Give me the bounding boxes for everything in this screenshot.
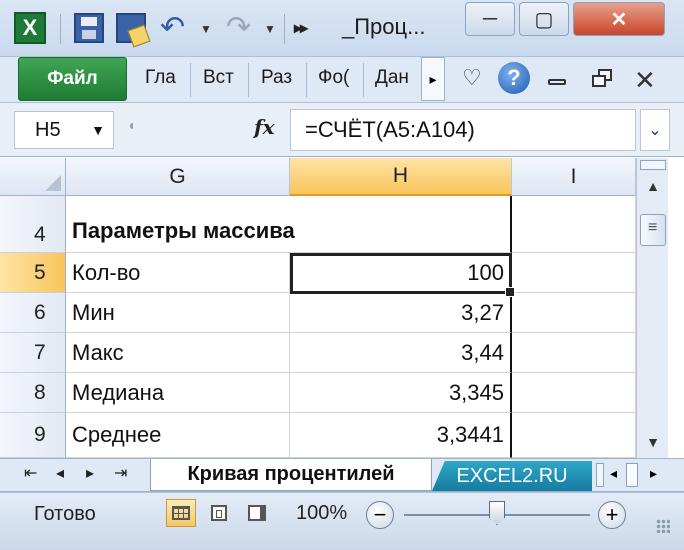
insert-function-icon[interactable]: fx [254, 115, 275, 139]
tab-data[interactable]: Дан [375, 67, 409, 89]
table-cell-h7[interactable]: 3,44 [290, 333, 512, 373]
column-header-h[interactable]: H [290, 158, 512, 196]
resize-handle-icon[interactable]: ◖ [127, 117, 147, 143]
zoom-in-button[interactable]: + [598, 501, 626, 529]
row-header-5[interactable]: 5 [0, 253, 66, 293]
horizontal-scroll-thumb[interactable] [626, 463, 638, 487]
split-box-icon[interactable] [640, 160, 666, 170]
undo-icon[interactable]: ↶ [160, 10, 185, 45]
table-cell-i7[interactable] [512, 333, 636, 373]
scroll-down-icon[interactable]: ▼ [640, 430, 666, 454]
restore-button[interactable]: ▢ [519, 2, 569, 36]
save-as-icon[interactable] [116, 13, 146, 43]
row-header-9[interactable]: 9 [0, 413, 66, 458]
excel-icon[interactable]: X [14, 12, 46, 44]
column-header-i[interactable]: I [512, 158, 636, 196]
page-break-view-button[interactable] [242, 499, 272, 527]
divider [190, 63, 191, 97]
sheet-tab-bar: ⇤ ◂ ▸ ⇥ Кривая процентилей EXCEL2.RU ◂ ▸ [0, 458, 684, 492]
workbook-restore-icon[interactable] [592, 69, 614, 91]
first-sheet-icon[interactable]: ⇤ [24, 463, 37, 483]
ribbon-scroll-right-button[interactable]: ▸ [421, 57, 445, 101]
formula-input[interactable]: =СЧЁТ(A5:A104) [290, 109, 636, 151]
prev-sheet-icon[interactable]: ◂ [56, 463, 64, 483]
ribbon-tabs: Файл Гла Вст Раз Фо( Дан ▸ ♡ ? ✕ [0, 57, 684, 103]
divider [306, 63, 307, 97]
divider [363, 63, 364, 97]
column-header-g[interactable]: G [66, 158, 290, 196]
row-header-7[interactable]: 7 [0, 333, 66, 373]
close-button[interactable]: ✕ [573, 2, 665, 36]
table-cell-i6[interactable] [512, 293, 636, 333]
table-cell-i9[interactable] [512, 413, 636, 458]
resize-grip-icon[interactable] [656, 519, 670, 533]
zoom-out-button[interactable]: − [366, 501, 394, 529]
tab-page-layout[interactable]: Раз [261, 67, 292, 89]
status-text: Готово [34, 503, 96, 525]
help-icon[interactable]: ? [498, 62, 530, 94]
name-box-dropdown-icon[interactable]: ▼ [91, 112, 105, 148]
scroll-right-icon[interactable]: ▸ [650, 465, 657, 482]
worksheet-grid[interactable]: G H I 4 Параметры массива 5 Кол-во 100 6… [0, 158, 636, 458]
status-bar: Готово 100% − + [0, 492, 684, 550]
sheet-tab-active[interactable]: Кривая процентилей [150, 459, 432, 491]
minimize-button[interactable]: ─ [465, 2, 515, 36]
expand-formula-bar-icon[interactable]: ⌄ [640, 109, 670, 151]
table-cell-i5[interactable] [512, 253, 636, 293]
row-header-4[interactable]: 4 [0, 196, 66, 253]
divider [248, 63, 249, 97]
next-sheet-icon[interactable]: ▸ [86, 463, 94, 483]
table-cell-g8[interactable]: Медиана [66, 373, 290, 413]
scroll-thumb[interactable] [640, 214, 666, 246]
table-cell-h8[interactable]: 3,345 [290, 373, 512, 413]
divider [284, 14, 285, 44]
redo-dropdown-icon[interactable]: ▼ [264, 22, 276, 36]
normal-view-button[interactable] [166, 499, 196, 527]
workbook-close-icon[interactable]: ✕ [634, 65, 656, 96]
scroll-left-icon[interactable]: ◂ [610, 465, 617, 482]
table-cell-g7[interactable]: Макс [66, 333, 290, 373]
page-layout-view-button[interactable] [204, 499, 234, 527]
table-cell-i4[interactable] [512, 196, 636, 253]
title-bar: X ↶ ▼ ↷ ▼ ▸▸ _Проц... ─ ▢ ✕ [0, 0, 684, 57]
zoom-slider-thumb[interactable] [489, 501, 505, 525]
tab-formulas[interactable]: Фо( [318, 67, 349, 89]
name-box-value: H5 [35, 119, 61, 141]
row-header-8[interactable]: 8 [0, 373, 66, 413]
tab-insert[interactable]: Вст [203, 67, 234, 89]
window-title: _Проц... [342, 14, 426, 39]
table-cell-h5[interactable]: 100 [290, 253, 512, 293]
table-cell-i8[interactable] [512, 373, 636, 413]
save-icon[interactable] [74, 13, 104, 43]
table-cell-g5[interactable]: Кол-во [66, 253, 290, 293]
tab-split-icon[interactable] [596, 463, 604, 487]
row-header-6[interactable]: 6 [0, 293, 66, 333]
last-sheet-icon[interactable]: ⇥ [114, 463, 127, 483]
name-box[interactable]: H5 ▼ [14, 111, 114, 149]
table-cell-g4[interactable]: Параметры массива [66, 196, 512, 253]
zoom-level[interactable]: 100% [296, 502, 347, 525]
formula-bar: H5 ▼ ◖ fx =СЧЁТ(A5:A104) ⌄ [0, 103, 684, 157]
table-cell-g6[interactable]: Мин [66, 293, 290, 333]
customize-toolbar-icon[interactable]: ▸▸ [294, 18, 308, 38]
table-cell-g9[interactable]: Среднее [66, 413, 290, 458]
tab-file[interactable]: Файл [18, 57, 127, 101]
page-break-icon [248, 505, 266, 521]
redo-icon[interactable]: ↷ [226, 10, 251, 45]
select-all-button[interactable] [0, 158, 66, 196]
page-layout-icon [211, 505, 227, 521]
vertical-scrollbar[interactable]: ▲ ▼ [636, 158, 668, 458]
sheet-tab-excel2[interactable]: EXCEL2.RU [432, 461, 592, 491]
undo-dropdown-icon[interactable]: ▼ [200, 22, 212, 36]
heart-icon[interactable]: ♡ [462, 65, 482, 91]
scroll-up-icon[interactable]: ▲ [640, 174, 666, 198]
divider [60, 14, 61, 44]
table-cell-h9[interactable]: 3,3441 [290, 413, 512, 458]
tab-home[interactable]: Гла [145, 67, 176, 89]
workbook-minimize-icon[interactable] [548, 79, 566, 85]
normal-view-icon [172, 506, 190, 520]
table-cell-h6[interactable]: 3,27 [290, 293, 512, 333]
